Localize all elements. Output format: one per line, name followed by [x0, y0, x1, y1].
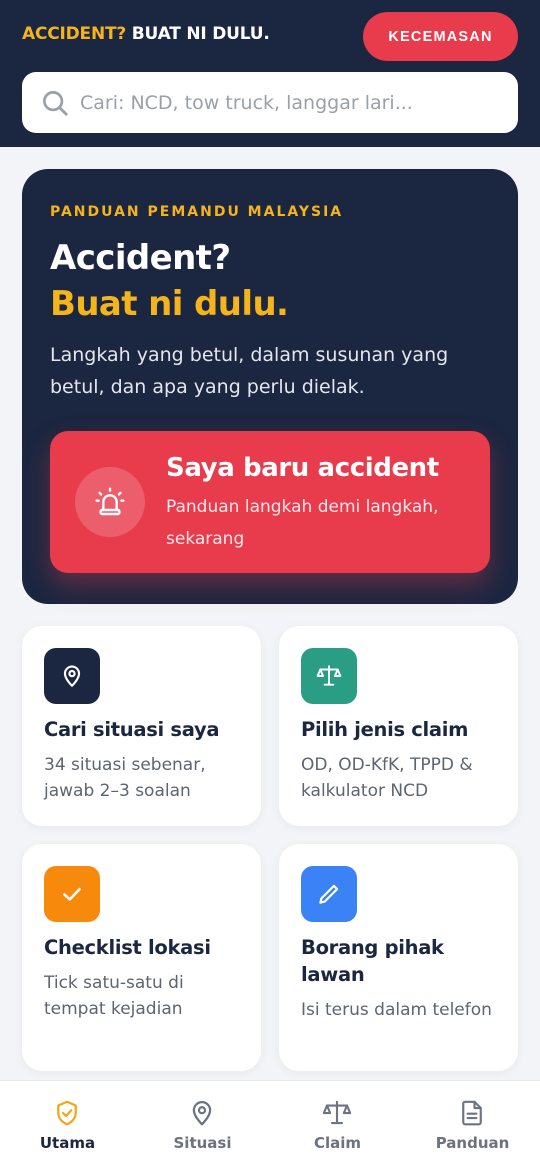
nav-item-utama[interactable]: Utama: [0, 1081, 135, 1169]
hero-title: Accident?: [50, 238, 231, 278]
brand-rest: BUAT NI DULU.: [126, 24, 270, 44]
nav-label: Claim: [313, 1134, 362, 1152]
hero-kicker: PANDUAN PEMANDU MALAYSIA: [50, 204, 344, 220]
top-bar: ACCIDENT? BUAT NI DULU. KECEMASAN: [0, 0, 540, 147]
card-situation-finder[interactable]: Cari situasi saya 34 situasi sebenar, ja…: [22, 626, 261, 826]
card-icon-tile: [301, 866, 357, 922]
card-icon-tile: [44, 648, 100, 704]
card-description: Isi terus dalam telefon: [301, 1000, 492, 1020]
search-bar[interactable]: [22, 72, 518, 133]
siren-icon: [95, 487, 125, 516]
pencil-icon: [319, 884, 339, 904]
bottom-nav: Utama Situasi Claim Panduan: [0, 1080, 540, 1169]
nav-item-situasi[interactable]: Situasi: [135, 1081, 270, 1169]
card-title: Cari situasi saya: [44, 718, 220, 741]
card-claim-type[interactable]: Pilih jenis claim OD, OD-KfK, TPPD & kal…: [279, 626, 518, 826]
card-opponent-form[interactable]: Borang pihak lawan Isi terus dalam telef…: [279, 844, 518, 1071]
card-icon-tile: [44, 866, 100, 922]
card-title: Checklist lokasi: [44, 936, 211, 959]
nav-label: Situasi: [173, 1134, 232, 1152]
search-icon: [43, 90, 68, 116]
card-icon-tile: [301, 648, 357, 704]
card-location-checklist[interactable]: Checklist lokasi Tick satu-satu di tempa…: [22, 844, 261, 1071]
hero-card: PANDUAN PEMANDU MALAYSIA Accident? Buat …: [22, 169, 518, 604]
nav-item-panduan[interactable]: Panduan: [405, 1081, 540, 1169]
scale-icon: [316, 665, 342, 686]
card-description: 34 situasi sebenar, jawab 2–3 soalan: [44, 755, 206, 801]
location-pin-icon: [192, 1101, 212, 1126]
hero-title-highlight: Buat ni dulu.: [50, 284, 289, 324]
scale-icon: [322, 1100, 352, 1125]
accident-guide-button[interactable]: Saya baru accident Panduan langkah demi …: [50, 431, 490, 573]
emergency-button[interactable]: KECEMASAN: [363, 12, 518, 61]
brand-accent: ACCIDENT?: [22, 24, 127, 44]
document-icon: [462, 1100, 482, 1126]
location-pin-icon: [63, 665, 81, 687]
card-description: Tick satu-satu di tempat kejadian: [44, 973, 184, 1019]
nav-item-claim[interactable]: Claim: [270, 1081, 405, 1169]
shield-check-icon: [57, 1100, 77, 1126]
accident-button-subtitle: Panduan langkah demi langkah, sekarang: [166, 497, 439, 549]
app-brand: ACCIDENT? BUAT NI DULU.: [22, 24, 270, 44]
hero-description: Langkah yang betul, dalam susunan yang b…: [50, 344, 449, 398]
siren-icon-wrap: [75, 467, 145, 537]
accident-button-title: Saya baru accident: [166, 453, 439, 483]
card-title: Pilih jenis claim: [301, 718, 469, 741]
nav-label: Panduan: [435, 1134, 510, 1152]
check-icon: [63, 887, 81, 901]
card-description: OD, OD-KfK, TPPD & kalkulator NCD: [301, 755, 473, 801]
card-title: Borang pihak lawan: [301, 936, 444, 986]
search-input[interactable]: [80, 91, 500, 114]
nav-label: Utama: [39, 1134, 96, 1152]
